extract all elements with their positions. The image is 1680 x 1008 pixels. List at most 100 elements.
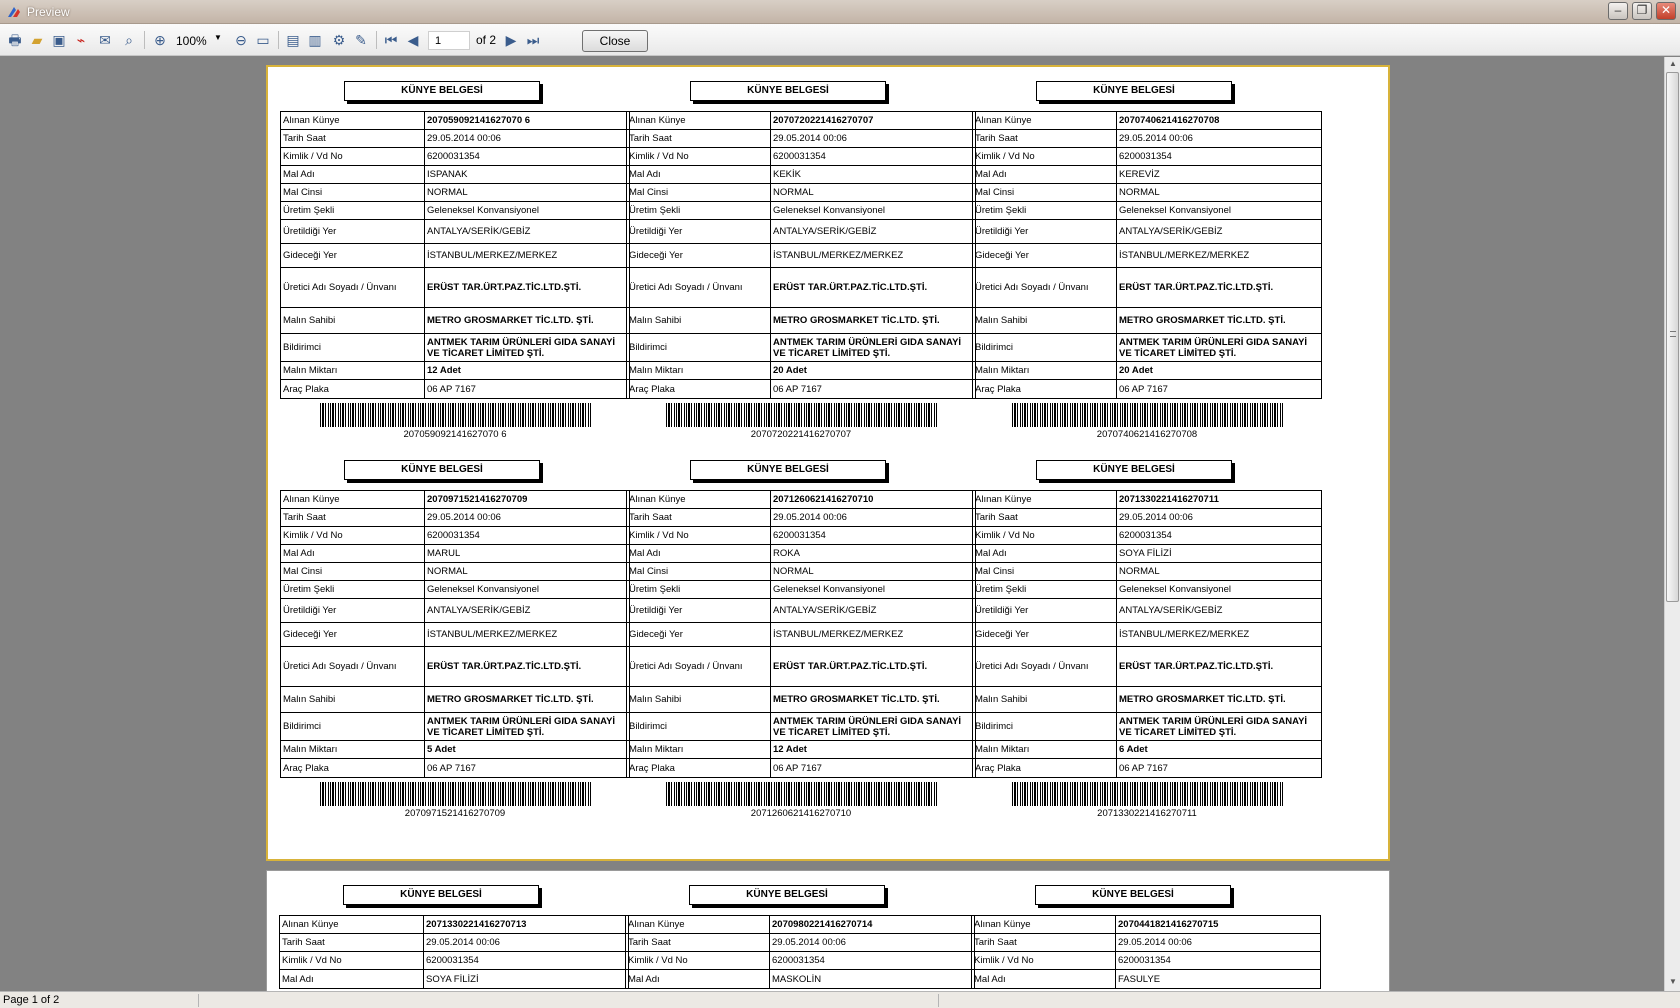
- table-row: Malın Sahibi METRO GROSMARKET TİC.LTD. ŞT…: [627, 308, 975, 334]
- card-table: Alınan Künye 2071260621416270710 Tarih Saa…: [626, 490, 976, 778]
- save-icon[interactable]: ▣: [50, 31, 68, 49]
- field-value: İSTANBUL/MERKEZ/MERKEZ: [427, 629, 558, 640]
- maximize-button[interactable]: ❐: [1632, 2, 1652, 20]
- table-row: Mal Adı SOYA FİLİZİ: [280, 970, 628, 988]
- table-row: Gideceği Yer İSTANBUL/MERKEZ/MERKEZ: [973, 623, 1321, 647]
- field-value: METRO GROSMARKET TİC.LTD. ŞTİ.: [1119, 315, 1286, 326]
- field-value: ANTALYA/SERİK/GEBİZ: [773, 605, 877, 616]
- table-row: Tarih Saat 29.05.2014 00:06: [973, 509, 1321, 527]
- card-header: KÜNYE BELGESİ: [343, 885, 539, 905]
- field-label: Mal Cinsi: [281, 563, 425, 580]
- single-page-icon[interactable]: ▤: [284, 31, 302, 49]
- card-header: KÜNYE BELGESİ: [690, 81, 886, 101]
- table-row: Araç Plaka 06 AP 7167: [973, 759, 1321, 777]
- table-row: Alınan Künye 2071260621416270710: [627, 491, 975, 509]
- field-label: Kimlik / Vd No: [627, 527, 771, 544]
- card-table: Alınan Künye 2071330221416270711 Tarih Saa…: [972, 490, 1322, 778]
- field-value: Geleneksel Konvansiyonel: [1119, 584, 1231, 595]
- field-label: Tarih Saat: [972, 934, 1116, 951]
- table-row: Bildirimci ANTMEK TARIM ÜRÜNLERİ GIDA SAN…: [627, 713, 975, 741]
- table-row: Üretildiği Yer ANTALYA/SERİK/GEBİZ: [627, 220, 975, 244]
- previous-page-icon[interactable]: ◀: [404, 31, 422, 49]
- field-value: SOYA FİLİZİ: [1119, 548, 1172, 559]
- field-value: FASULYE: [1118, 973, 1161, 985]
- field-value: SOYA FİLİZİ: [426, 973, 479, 985]
- table-row: Alınan Künye 2070720221416270707: [627, 112, 975, 130]
- field-value: 29.05.2014 00:06: [773, 133, 847, 144]
- field-label: Gideceği Yer: [281, 623, 425, 646]
- minimize-button[interactable]: –: [1608, 2, 1628, 20]
- first-page-icon[interactable]: ⏮: [382, 31, 400, 49]
- card-header: KÜNYE BELGESİ: [1036, 81, 1232, 101]
- table-row: Gideceği Yer İSTANBUL/MERKEZ/MERKEZ: [281, 623, 629, 647]
- scroll-thumb[interactable]: [1666, 72, 1679, 602]
- field-value: 06 AP 7167: [427, 383, 476, 395]
- field-value: 29.05.2014 00:06: [773, 512, 847, 523]
- scroll-down-icon[interactable]: ▼: [1666, 975, 1680, 989]
- field-label: Gideceği Yer: [281, 244, 425, 267]
- field-label: Alınan Künye: [627, 491, 771, 508]
- print-icon[interactable]: 🖶: [6, 31, 24, 49]
- email-icon[interactable]: ✉: [96, 31, 114, 49]
- zoom-out-icon[interactable]: ⊖: [232, 31, 250, 49]
- barcode-number: 2071330221416270711: [1097, 808, 1197, 819]
- next-page-icon[interactable]: ▶: [502, 31, 520, 49]
- field-label: Malın Miktarı: [627, 362, 771, 379]
- table-row: Üretim Şekli Geleneksel Konvansiyonel: [627, 581, 975, 599]
- edit-icon[interactable]: ✎: [352, 31, 370, 49]
- table-row: Malın Miktarı 12 Adet: [627, 741, 975, 759]
- field-value: 06 AP 7167: [773, 383, 822, 395]
- field-label: Kimlik / Vd No: [281, 527, 425, 544]
- field-value: METRO GROSMARKET TİC.LTD. ŞTİ.: [1119, 694, 1286, 705]
- field-label: Üretildiği Yer: [627, 599, 771, 622]
- field-label: Üretim Şekli: [627, 581, 771, 598]
- table-row: Alınan Künye 2071330221416270713: [280, 916, 628, 934]
- whole-page-icon[interactable]: ▭: [254, 31, 272, 49]
- table-row: Tarih Saat 29.05.2014 00:06: [626, 934, 974, 952]
- chevron-down-icon[interactable]: ▼: [214, 33, 222, 42]
- table-row: Üretici Adı Soyadı / Ünvanı ERÜST TAR.ÜRT…: [281, 647, 629, 687]
- find-binoculars-icon[interactable]: ⌕: [120, 31, 138, 49]
- multi-page-icon[interactable]: ▥: [306, 31, 324, 49]
- card-header: KÜNYE BELGESİ: [1035, 885, 1231, 905]
- field-value: Geleneksel Konvansiyonel: [773, 205, 885, 216]
- table-row: Bildirimci ANTMEK TARIM ÜRÜNLERİ GIDA SAN…: [627, 334, 975, 362]
- scroll-up-icon[interactable]: ▲: [1666, 57, 1680, 71]
- field-value: 06 AP 7167: [427, 762, 476, 774]
- grip-icon: [1670, 331, 1676, 337]
- status-divider: [938, 994, 939, 1007]
- field-label: Malın Sahibi: [627, 308, 771, 333]
- field-value: 29.05.2014 00:06: [427, 512, 501, 523]
- barcode-image: [666, 782, 938, 806]
- table-row: Üretildiği Yer ANTALYA/SERİK/GEBİZ: [627, 599, 975, 623]
- field-value: 207059092141627070 6: [427, 115, 531, 126]
- field-value: 06 AP 7167: [1119, 383, 1168, 395]
- field-value: NORMAL: [1119, 566, 1160, 577]
- close-button[interactable]: Close: [582, 30, 648, 52]
- field-label: Araç Plaka: [627, 380, 771, 398]
- zoom-in-icon[interactable]: ⊕: [151, 31, 169, 49]
- card-table: Alınan Künye 2070971521416270709 Tarih Saa…: [280, 490, 630, 778]
- card-table: Alınan Künye 2070720221416270707 Tarih Saa…: [626, 111, 976, 399]
- window-close-button[interactable]: ✕: [1656, 2, 1676, 20]
- open-folder-icon[interactable]: ▰: [28, 31, 46, 49]
- pdf-export-icon[interactable]: ⌁: [72, 31, 90, 49]
- field-label: Alınan Künye: [626, 916, 770, 933]
- field-label: Malın Sahibi: [973, 308, 1117, 333]
- field-label: Alınan Künye: [281, 491, 425, 508]
- vertical-scrollbar[interactable]: ▲ ▼: [1664, 57, 1680, 991]
- field-label: Mal Adı: [972, 970, 1116, 988]
- field-label: Gideceği Yer: [627, 244, 771, 267]
- table-row: Mal Cinsi NORMAL: [973, 184, 1321, 202]
- field-label: Üretici Adı Soyadı / Ünvanı: [973, 268, 1117, 307]
- barcode-image: [320, 403, 592, 427]
- field-value: NORMAL: [773, 187, 814, 198]
- page-setup-icon[interactable]: ⚙: [330, 31, 348, 49]
- preview-viewport[interactable]: KÜNYE BELGESİ Alınan Künye 207059092141627…: [0, 57, 1664, 991]
- field-label: Mal Adı: [281, 545, 425, 562]
- field-label: Alınan Künye: [973, 112, 1117, 129]
- last-page-icon[interactable]: ⏭: [524, 31, 542, 49]
- table-row: Tarih Saat 29.05.2014 00:06: [627, 130, 975, 148]
- card-header: KÜNYE BELGESİ: [344, 460, 540, 480]
- page-number-input[interactable]: [428, 31, 470, 50]
